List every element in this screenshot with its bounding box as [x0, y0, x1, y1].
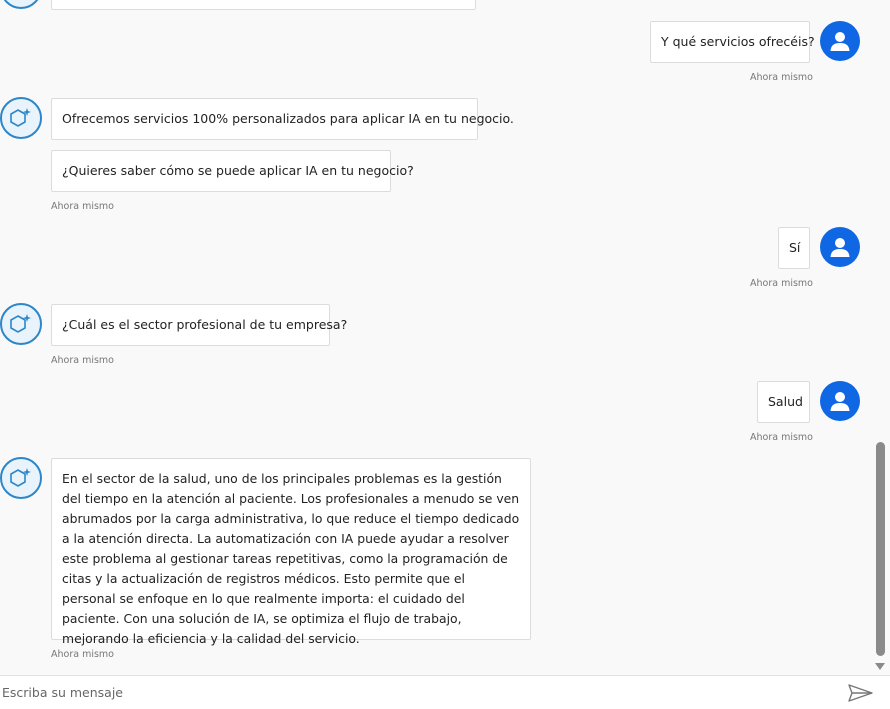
bot-message-bubble: ¿Cuál es el sector profesional de tu emp…	[51, 304, 347, 346]
message-timestamp: Ahora mismo	[51, 355, 114, 366]
bot-avatar	[0, 97, 42, 139]
chat-window: Y qué servicios ofrecéis? Ahora mismo Of…	[0, 0, 890, 709]
user-message-bubble: Y qué servicios ofrecéis?	[650, 21, 815, 63]
hexagon-sparkle-icon	[10, 468, 31, 487]
bot-avatar	[0, 457, 42, 499]
user-message-bubble: Sí	[778, 227, 810, 269]
message-timestamp: Ahora mismo	[750, 278, 813, 289]
bot-message-bubble: ¿Quieres saber cómo se puede aplicar IA …	[51, 150, 414, 192]
paper-plane-icon	[848, 684, 873, 702]
hexagon-sparkle-icon	[10, 108, 31, 127]
message-timestamp: Ahora mismo	[51, 201, 114, 212]
bot-avatar	[0, 0, 42, 9]
message-text: En el sector de la salud, uno de los pri…	[62, 471, 520, 646]
message-timestamp: Ahora mismo	[750, 72, 813, 83]
hexagon-sparkle-icon	[8, 0, 34, 1]
bot-message-bubble: En el sector de la salud, uno de los pri…	[51, 458, 531, 646]
message-text: ¿Cuál es el sector profesional de tu emp…	[62, 317, 348, 332]
message-text: Y qué servicios ofrecéis?	[661, 34, 815, 49]
user-avatar	[820, 227, 860, 267]
bot-avatar	[0, 303, 42, 345]
scrollbar[interactable]	[872, 0, 890, 675]
hexagon-sparkle-icon	[10, 314, 31, 333]
scrollbar-thumb[interactable]	[876, 442, 885, 656]
bot-message-bubble: Ofrecemos servicios 100% personalizados …	[51, 98, 514, 140]
user-message-bubble: Salud	[757, 381, 810, 423]
message-text: ¿Quieres saber cómo se puede aplicar IA …	[62, 163, 414, 178]
message-list[interactable]: Y qué servicios ofrecéis? Ahora mismo Of…	[0, 0, 872, 675]
message-text: Sí	[789, 240, 801, 255]
message-timestamp: Ahora mismo	[51, 649, 114, 660]
person-icon	[830, 238, 850, 257]
user-avatar	[820, 381, 860, 421]
scroll-down-arrow-icon[interactable]	[875, 663, 885, 670]
message-bubble-partial	[51, 0, 476, 10]
user-avatar	[820, 21, 860, 61]
send-button[interactable]	[848, 684, 878, 706]
message-composer	[0, 675, 890, 709]
message-text: Salud	[768, 394, 803, 409]
message-timestamp: Ahora mismo	[750, 432, 813, 443]
message-input[interactable]	[0, 676, 840, 709]
person-icon	[830, 392, 850, 411]
message-text: Ofrecemos servicios 100% personalizados …	[62, 111, 514, 126]
person-icon	[830, 32, 850, 51]
